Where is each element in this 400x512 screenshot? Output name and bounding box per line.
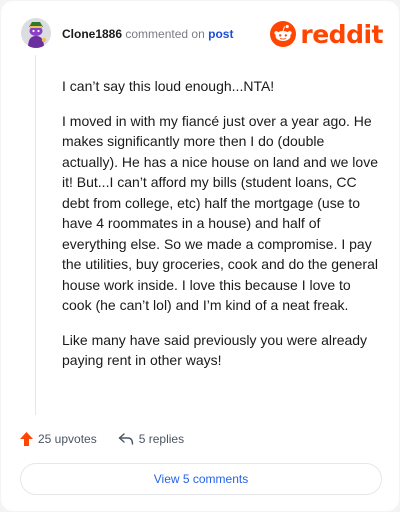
comment-meta: Clone1886 commented on post (62, 27, 233, 41)
comment-actions: 25 upvotes 5 replies (20, 429, 184, 449)
username[interactable]: Clone1886 (62, 27, 122, 41)
comment-card: Clone1886 commented on post reddit I can… (1, 1, 399, 511)
reddit-wordmark: reddit (300, 19, 383, 49)
reply-arrow-icon (118, 433, 133, 445)
comment-paragraph: I can’t say this loud enough...NTA! (62, 78, 275, 94)
reddit-snoo-icon (270, 21, 297, 47)
upvote-button[interactable]: 25 upvotes (20, 432, 97, 446)
reply-count: 5 replies (138, 432, 185, 446)
thread-line (35, 55, 36, 415)
replies-button[interactable]: 5 replies (118, 432, 184, 446)
comment-header: Clone1886 commented on post reddit (21, 17, 383, 53)
reddit-logo: reddit (270, 17, 383, 51)
snoo-avatar-icon (21, 18, 51, 48)
comment-paragraph: I moved in with my fiancé just over a ye… (62, 112, 378, 314)
view-comments-button[interactable]: View 5 comments (20, 463, 382, 495)
avatar[interactable] (21, 18, 51, 48)
upvote-count: 25 upvotes (38, 432, 97, 446)
comment-verb: commented on (125, 27, 205, 41)
comment-body: I can’t say this loud enough...NTA! I mo… (62, 76, 380, 385)
post-link[interactable]: post (208, 27, 233, 41)
upvote-arrow-icon (20, 432, 33, 446)
comment-paragraph: Like many have said previously you were … (62, 331, 368, 369)
